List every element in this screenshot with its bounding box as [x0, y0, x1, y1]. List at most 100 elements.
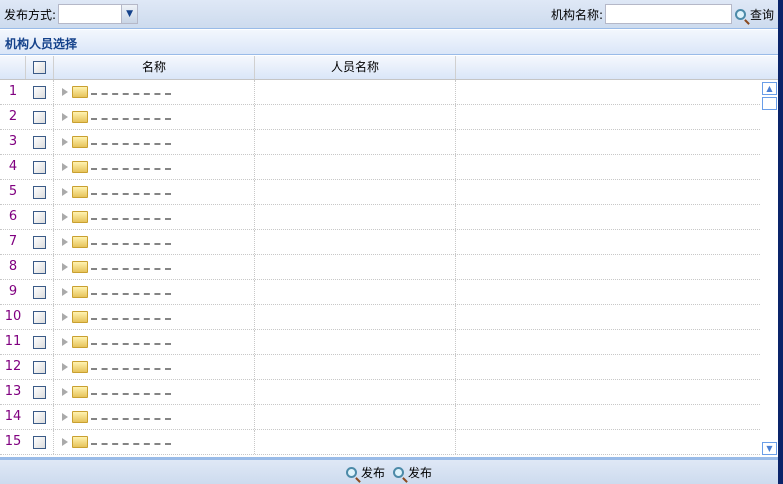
expand-icon[interactable] — [62, 213, 68, 221]
redacted-name — [91, 389, 171, 395]
row-checkbox[interactable] — [33, 411, 46, 424]
expand-icon[interactable] — [62, 113, 68, 121]
table-row[interactable]: 2 — [0, 105, 760, 130]
toolbar: 发布方式: ▼ 机构名称: 查询 — [0, 0, 778, 29]
org-name-cell[interactable] — [54, 255, 255, 279]
row-number: 12 — [4, 359, 22, 374]
org-name-cell[interactable] — [54, 205, 255, 229]
row-number: 2 — [8, 109, 18, 124]
redacted-name — [91, 339, 171, 345]
expand-icon[interactable] — [62, 413, 68, 421]
row-checkbox[interactable] — [33, 161, 46, 174]
folder-icon — [72, 111, 88, 123]
row-checkbox[interactable] — [33, 286, 46, 299]
row-checkbox[interactable] — [33, 311, 46, 324]
org-name-cell[interactable] — [54, 80, 255, 104]
expand-icon[interactable] — [62, 438, 68, 446]
row-checkbox[interactable] — [33, 186, 46, 199]
table-row[interactable]: 14 — [0, 405, 760, 430]
org-name-cell[interactable] — [54, 405, 255, 429]
person-name-cell — [255, 180, 456, 204]
table-row[interactable]: 8 — [0, 255, 760, 280]
org-name-cell[interactable] — [54, 155, 255, 179]
person-name-cell — [255, 305, 456, 329]
folder-icon — [72, 186, 88, 198]
publish-button-2[interactable]: 发布 — [393, 464, 432, 481]
panel-title: 机构人员选择 — [0, 30, 778, 55]
table-row[interactable]: 12 — [0, 355, 760, 380]
person-name-cell — [255, 205, 456, 229]
table-row[interactable]: 7 — [0, 230, 760, 255]
table-row[interactable]: 15 — [0, 430, 760, 455]
org-name-cell[interactable] — [54, 330, 255, 354]
person-name-cell — [255, 230, 456, 254]
person-name-cell — [255, 380, 456, 404]
search-icon — [734, 8, 746, 20]
row-checkbox[interactable] — [33, 211, 46, 224]
folder-icon — [72, 161, 88, 173]
query-button[interactable]: 查询 — [734, 6, 774, 23]
scroll-thumb[interactable] — [762, 97, 777, 110]
org-name-cell[interactable] — [54, 280, 255, 304]
folder-icon — [72, 336, 88, 348]
expand-icon[interactable] — [62, 363, 68, 371]
table-row[interactable]: 1 — [0, 80, 760, 105]
row-checkbox[interactable] — [33, 136, 46, 149]
org-name-cell[interactable] — [54, 355, 255, 379]
row-checkbox[interactable] — [33, 361, 46, 374]
col-select-all[interactable] — [26, 56, 54, 79]
table-row[interactable]: 13 — [0, 380, 760, 405]
row-checkbox[interactable] — [33, 261, 46, 274]
org-name-cell[interactable] — [54, 180, 255, 204]
publish-mode-select[interactable]: ▼ — [58, 4, 139, 24]
expand-icon[interactable] — [62, 163, 68, 171]
col-person-name[interactable]: 人员名称 — [255, 56, 456, 79]
person-name-cell — [255, 430, 456, 454]
row-checkbox[interactable] — [33, 336, 46, 349]
scroll-up-icon[interactable]: ▲ — [762, 82, 777, 95]
org-name-cell[interactable] — [54, 230, 255, 254]
table-row[interactable]: 3 — [0, 130, 760, 155]
publish-mode-label: 发布方式: — [4, 7, 57, 22]
org-name-cell[interactable] — [54, 305, 255, 329]
row-checkbox[interactable] — [33, 386, 46, 399]
table-row[interactable]: 11 — [0, 330, 760, 355]
expand-icon[interactable] — [62, 388, 68, 396]
row-checkbox[interactable] — [33, 111, 46, 124]
select-all-checkbox[interactable] — [33, 61, 46, 74]
row-checkbox[interactable] — [33, 436, 46, 449]
search-icon — [345, 466, 357, 478]
row-checkbox[interactable] — [33, 86, 46, 99]
folder-icon — [72, 436, 88, 448]
chevron-down-icon[interactable]: ▼ — [121, 5, 138, 23]
org-name-cell[interactable] — [54, 430, 255, 454]
row-number: 15 — [4, 434, 22, 449]
row-number: 5 — [8, 184, 18, 199]
expand-icon[interactable] — [62, 313, 68, 321]
org-name-input[interactable] — [604, 4, 732, 24]
row-checkbox[interactable] — [33, 236, 46, 249]
table-row[interactable]: 10 — [0, 305, 760, 330]
scrollbar[interactable]: ▲ ▼ — [761, 80, 778, 457]
table-row[interactable]: 5 — [0, 180, 760, 205]
expand-icon[interactable] — [62, 338, 68, 346]
expand-icon[interactable] — [62, 238, 68, 246]
table-row[interactable]: 4 — [0, 155, 760, 180]
org-name-cell[interactable] — [54, 380, 255, 404]
person-name-cell — [255, 155, 456, 179]
table-row[interactable]: 6 — [0, 205, 760, 230]
expand-icon[interactable] — [62, 263, 68, 271]
publish-button-1[interactable]: 发布 — [345, 464, 385, 481]
table-row[interactable]: 9 — [0, 280, 760, 305]
scroll-down-icon[interactable]: ▼ — [762, 442, 777, 455]
folder-icon — [72, 136, 88, 148]
col-name[interactable]: 名称 — [54, 56, 255, 79]
expand-icon[interactable] — [62, 188, 68, 196]
org-name-cell[interactable] — [54, 130, 255, 154]
row-number: 13 — [4, 384, 22, 399]
folder-icon — [72, 236, 88, 248]
expand-icon[interactable] — [62, 138, 68, 146]
expand-icon[interactable] — [62, 288, 68, 296]
org-name-cell[interactable] — [54, 105, 255, 129]
expand-icon[interactable] — [62, 88, 68, 96]
